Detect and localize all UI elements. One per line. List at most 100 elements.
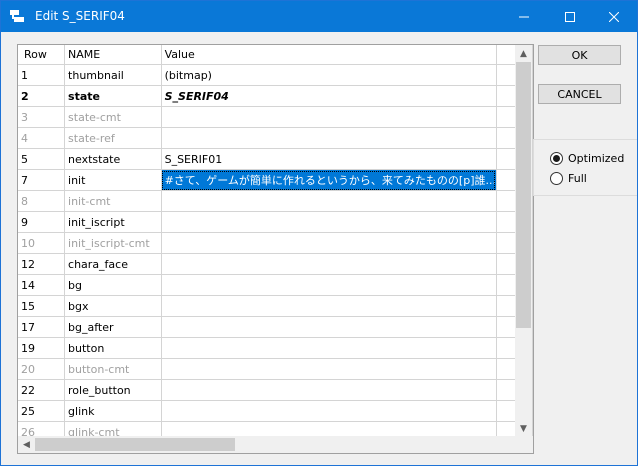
- row-number-cell[interactable]: 25: [18, 400, 66, 422]
- table-row[interactable]: 14 bg: [18, 274, 533, 296]
- name-cell[interactable]: init: [64, 169, 162, 191]
- row-number-cell[interactable]: 12: [18, 253, 66, 275]
- cancel-button[interactable]: CANCEL: [538, 84, 621, 104]
- value-cell[interactable]: [161, 253, 497, 275]
- vertical-scroll-thumb[interactable]: [516, 62, 531, 328]
- radio-optimized[interactable]: Optimized: [550, 152, 624, 165]
- maximize-button[interactable]: [547, 1, 593, 32]
- name-cell[interactable]: init_iscript: [64, 211, 162, 233]
- table-row[interactable]: 10 init_iscript-cmt: [18, 232, 533, 254]
- name-cell[interactable]: init_iscript-cmt: [64, 232, 162, 254]
- row-number-cell[interactable]: 9: [18, 211, 66, 233]
- table-row[interactable]: 15 bgx: [18, 295, 533, 317]
- table-row[interactable]: 9 init_iscript: [18, 211, 533, 233]
- minimize-button[interactable]: [501, 1, 547, 32]
- column-header-value[interactable]: Value: [161, 45, 497, 65]
- row-number-cell[interactable]: 15: [18, 295, 66, 317]
- value-cell[interactable]: [161, 190, 497, 212]
- table-row[interactable]: 7 init #さて、ゲームが簡単に作れるというから、来てみたものの[p]誰...: [18, 169, 533, 191]
- horizontal-scrollbar[interactable]: ◀: [18, 436, 515, 453]
- value-cell[interactable]: [161, 295, 497, 317]
- value-cell[interactable]: [161, 358, 497, 380]
- scroll-corner: [515, 436, 533, 453]
- name-cell[interactable]: bg_after: [64, 316, 162, 338]
- name-cell[interactable]: nextstate: [64, 148, 162, 170]
- row-number-cell[interactable]: 7: [18, 169, 66, 191]
- value-cell[interactable]: [161, 211, 497, 233]
- value-cell[interactable]: [161, 316, 497, 338]
- name-cell[interactable]: state-ref: [64, 127, 162, 149]
- mode-group: Optimized Full: [533, 139, 637, 196]
- property-grid: Row NAME Value 1 thumbnail (bitmap) 2 state S…: [17, 44, 534, 454]
- scroll-left-arrow-icon[interactable]: ◀: [18, 436, 35, 453]
- name-cell[interactable]: bg: [64, 274, 162, 296]
- horizontal-scroll-thumb[interactable]: [35, 438, 235, 451]
- scroll-down-arrow-icon[interactable]: ▼: [515, 420, 532, 437]
- value-cell[interactable]: [161, 127, 497, 149]
- name-cell[interactable]: init-cmt: [64, 190, 162, 212]
- title-bar[interactable]: Edit S_SERIF04: [1, 1, 637, 32]
- name-cell[interactable]: bgx: [64, 295, 162, 317]
- row-number-cell[interactable]: 19: [18, 337, 66, 359]
- table-row[interactable]: 22 role_button: [18, 379, 533, 401]
- table-row[interactable]: 1 thumbnail (bitmap): [18, 64, 533, 86]
- row-number-cell[interactable]: 10: [18, 232, 66, 254]
- value-cell[interactable]: [161, 379, 497, 401]
- radio-full[interactable]: Full: [550, 172, 587, 185]
- minimize-icon: [519, 16, 529, 17]
- table-row[interactable]: 4 state-ref: [18, 127, 533, 149]
- ok-button[interactable]: OK: [538, 45, 621, 65]
- name-cell[interactable]: state-cmt: [64, 106, 162, 128]
- edit-dialog: Edit S_SERIF04 Row NAME Value 1thumbnail…: [0, 0, 638, 466]
- value-cell[interactable]: S_SERIF01: [161, 148, 497, 170]
- row-number-cell[interactable]: 8: [18, 190, 66, 212]
- column-header-name[interactable]: NAME: [64, 45, 162, 65]
- row-number-cell[interactable]: 5: [18, 148, 66, 170]
- value-cell[interactable]: [161, 400, 497, 422]
- value-cell[interactable]: [161, 106, 497, 128]
- value-cell[interactable]: [161, 337, 497, 359]
- radio-button-icon[interactable]: [550, 172, 563, 185]
- property-table: Row NAME Value 1 thumbnail (bitmap) 2 state S…: [18, 45, 533, 453]
- vertical-scrollbar[interactable]: ▲ ▼: [515, 45, 532, 437]
- name-cell[interactable]: chara_face: [64, 253, 162, 275]
- name-cell[interactable]: button-cmt: [64, 358, 162, 380]
- column-header-row[interactable]: Row: [18, 45, 66, 65]
- name-cell[interactable]: glink: [64, 400, 162, 422]
- close-button[interactable]: [591, 1, 637, 32]
- dialog-client: Row NAME Value 1 thumbnail (bitmap) 2 state S…: [1, 32, 637, 465]
- table-row[interactable]: 17 bg_after: [18, 316, 533, 338]
- radio-full-label: Full: [568, 172, 587, 185]
- value-cell[interactable]: S_SERIF04: [161, 85, 497, 107]
- table-row[interactable]: 3 state-cmt: [18, 106, 533, 128]
- row-number-cell[interactable]: 22: [18, 379, 66, 401]
- table-row[interactable]: 2 state S_SERIF04: [18, 85, 533, 107]
- row-number-cell[interactable]: 3: [18, 106, 66, 128]
- value-cell[interactable]: (bitmap): [161, 64, 497, 86]
- table-row[interactable]: 19 button: [18, 337, 533, 359]
- table-row[interactable]: 8 init-cmt: [18, 190, 533, 212]
- radio-optimized-label: Optimized: [568, 152, 625, 165]
- row-number-cell[interactable]: 1: [18, 64, 66, 86]
- row-number-cell[interactable]: 2: [18, 85, 66, 107]
- name-cell[interactable]: thumbnail: [64, 64, 162, 86]
- header-row: Row NAME Value: [18, 45, 533, 65]
- name-cell[interactable]: role_button: [64, 379, 162, 401]
- name-cell[interactable]: state: [64, 85, 162, 107]
- value-cell[interactable]: #さて、ゲームが簡単に作れるというから、来てみたものの[p]誰...: [161, 169, 497, 191]
- radio-button-icon[interactable]: [550, 152, 563, 165]
- table-row[interactable]: 20 button-cmt: [18, 358, 533, 380]
- window-title: Edit S_SERIF04: [35, 9, 125, 23]
- row-number-cell[interactable]: 4: [18, 127, 66, 149]
- value-cell[interactable]: [161, 274, 497, 296]
- table-row[interactable]: 5 nextstate S_SERIF01: [18, 148, 533, 170]
- table-row[interactable]: 12 chara_face: [18, 253, 533, 275]
- row-number-cell[interactable]: 14: [18, 274, 66, 296]
- scroll-up-arrow-icon[interactable]: ▲: [515, 45, 532, 62]
- row-number-cell[interactable]: 20: [18, 358, 66, 380]
- table-row[interactable]: 25 glink: [18, 400, 533, 422]
- row-number-cell[interactable]: 17: [18, 316, 66, 338]
- value-cell[interactable]: [161, 232, 497, 254]
- name-cell[interactable]: button: [64, 337, 162, 359]
- close-icon: [609, 11, 619, 22]
